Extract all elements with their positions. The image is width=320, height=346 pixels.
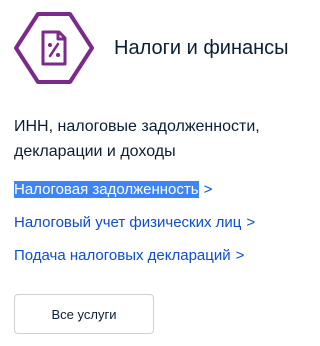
tax-document-icon [14, 12, 94, 84]
link-label: Подача налоговых деклараций [14, 247, 231, 264]
section-description: ИНН, налоговые задолженности, декларации… [14, 118, 260, 160]
link-tax-debt[interactable]: Налоговая задолженность > [14, 181, 314, 199]
all-services-button[interactable]: Все услуги [14, 294, 154, 334]
taxes-finance-card: Налоги и финансы ИНН, налоговые задолжен… [0, 0, 314, 346]
chevron-right-icon: > [246, 214, 256, 231]
section-title: Налоги и финансы [114, 36, 289, 59]
chevron-right-icon: > [235, 247, 245, 264]
card-header: Налоги и финансы [14, 12, 289, 84]
link-tax-declarations[interactable]: Подача налоговых деклараций > [14, 247, 314, 265]
service-links-list: Налоговая задолженность > Налоговый учет … [14, 181, 314, 280]
chevron-right-icon: > [203, 181, 213, 198]
link-label: Налоговый учет физических лиц [14, 214, 242, 231]
link-individual-tax-accounting[interactable]: Налоговый учет физических лиц > [14, 214, 314, 232]
link-label: Налоговая задолженность [14, 181, 199, 198]
